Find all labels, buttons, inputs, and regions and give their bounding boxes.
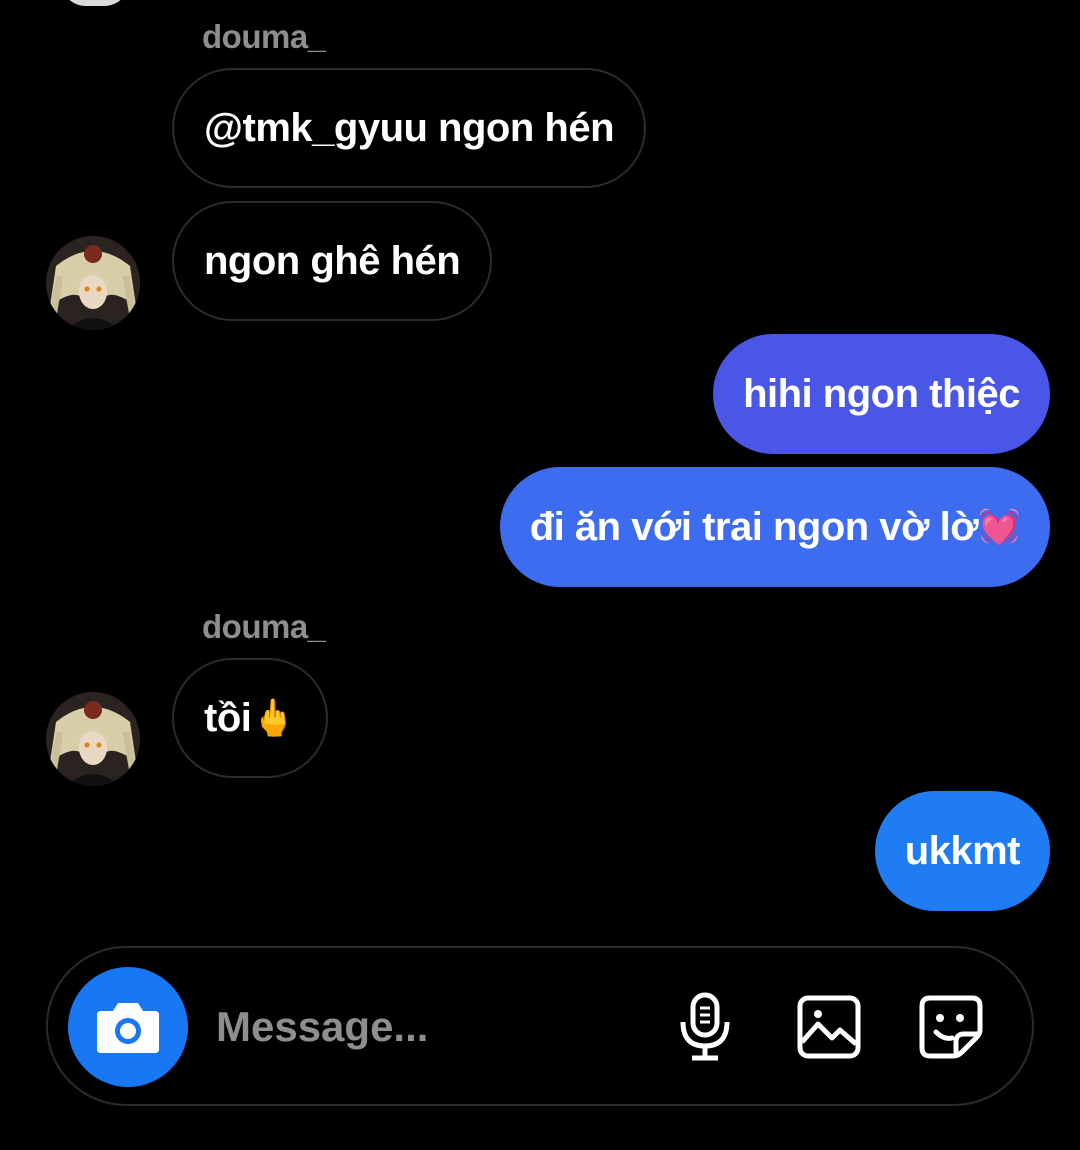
sender-name: douma_ <box>202 18 326 55</box>
outgoing-message-bubble[interactable]: đi ăn với trai ngon vờ lờ 💓 <box>499 467 1050 587</box>
message-text: hihi ngon thiệc <box>743 371 1020 416</box>
sender-name: douma_ <box>202 608 326 645</box>
previous-avatar <box>60 0 130 6</box>
avatar-image <box>46 692 140 786</box>
incoming-message-bubble[interactable]: tồi 🖕 <box>172 658 328 778</box>
outgoing-message-bubble[interactable]: ukkmt <box>874 791 1050 911</box>
message-text: ukkmt <box>904 828 1021 873</box>
message-text: ngon ghê hén <box>204 238 461 283</box>
avatar-image <box>46 236 140 330</box>
sticker-icon <box>919 995 983 1059</box>
sticker-button[interactable] <box>916 992 986 1062</box>
user-avatar[interactable] <box>46 236 140 330</box>
user-avatar[interactable] <box>46 692 140 786</box>
camera-button[interactable] <box>68 967 188 1087</box>
message-text: @tmk_gyuu ngon hén <box>204 105 615 150</box>
outgoing-message-bubble[interactable]: hihi ngon thiệc <box>713 334 1050 454</box>
incoming-message-bubble[interactable]: ngon ghê hén <box>172 201 493 321</box>
message-text: tồi <box>204 695 252 740</box>
gallery-icon <box>797 995 861 1059</box>
message-text: đi ăn với trai ngon vờ lờ <box>529 504 979 549</box>
gallery-button[interactable] <box>794 992 864 1062</box>
message-input[interactable] <box>216 996 636 1058</box>
incoming-message-bubble[interactable]: @tmk_gyuu ngon hén <box>172 68 647 188</box>
message-composer <box>46 946 1034 1106</box>
microphone-icon <box>680 992 730 1061</box>
finger-emoji: 🖕 <box>251 697 296 738</box>
camera-icon <box>97 1003 159 1053</box>
heart-emoji: 💓 <box>978 508 1020 546</box>
microphone-button[interactable] <box>670 992 740 1062</box>
